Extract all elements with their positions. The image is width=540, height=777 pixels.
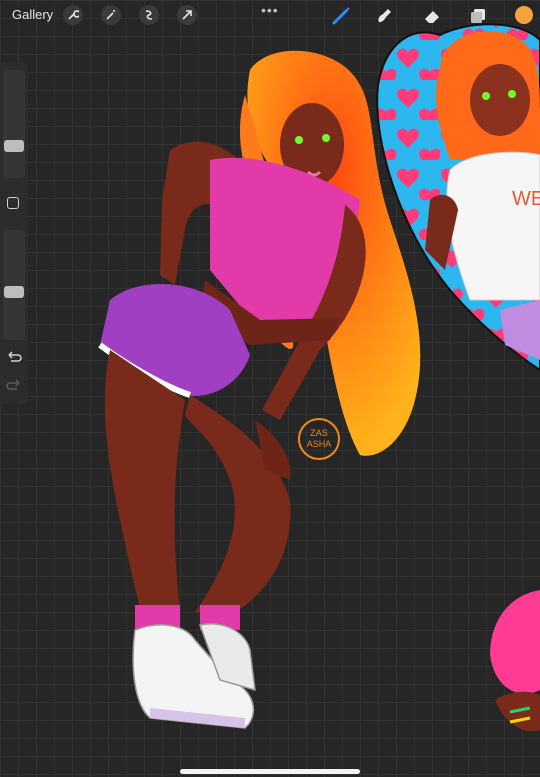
home-indicator[interactable]: [180, 769, 360, 774]
brush-size-slider[interactable]: [3, 70, 25, 178]
wrench-icon[interactable]: [63, 5, 83, 25]
canvas-artwork[interactable]: WE ZAS ASHA: [0, 0, 540, 777]
svg-text:ASHA: ASHA: [307, 439, 332, 449]
opacity-thumb[interactable]: [4, 286, 24, 298]
gallery-button[interactable]: Gallery: [12, 7, 53, 22]
magic-wand-icon[interactable]: [101, 5, 121, 25]
modify-button[interactable]: [7, 197, 19, 209]
svg-text:ZAS: ZAS: [310, 428, 328, 438]
color-picker-well[interactable]: [515, 6, 533, 24]
svg-text:WE: WE: [512, 188, 540, 210]
main-figure: [98, 50, 421, 729]
brush-icon[interactable]: [330, 5, 352, 27]
top-toolbar: Gallery •••: [0, 0, 540, 30]
more-options-icon[interactable]: •••: [261, 2, 279, 18]
redo-icon[interactable]: [6, 378, 22, 392]
opacity-slider[interactable]: [3, 230, 25, 340]
smudge-icon[interactable]: [373, 5, 395, 27]
brush-size-thumb[interactable]: [4, 140, 24, 152]
layers-icon[interactable]: [467, 5, 489, 27]
transform-arrow-icon[interactable]: [177, 5, 197, 25]
selection-icon[interactable]: [139, 5, 159, 25]
artist-signature: ZAS ASHA: [298, 418, 340, 460]
side-toolbar: [0, 62, 28, 404]
undo-icon[interactable]: [6, 350, 22, 364]
partial-pink-figure: [490, 590, 540, 732]
eraser-icon[interactable]: [421, 5, 443, 27]
